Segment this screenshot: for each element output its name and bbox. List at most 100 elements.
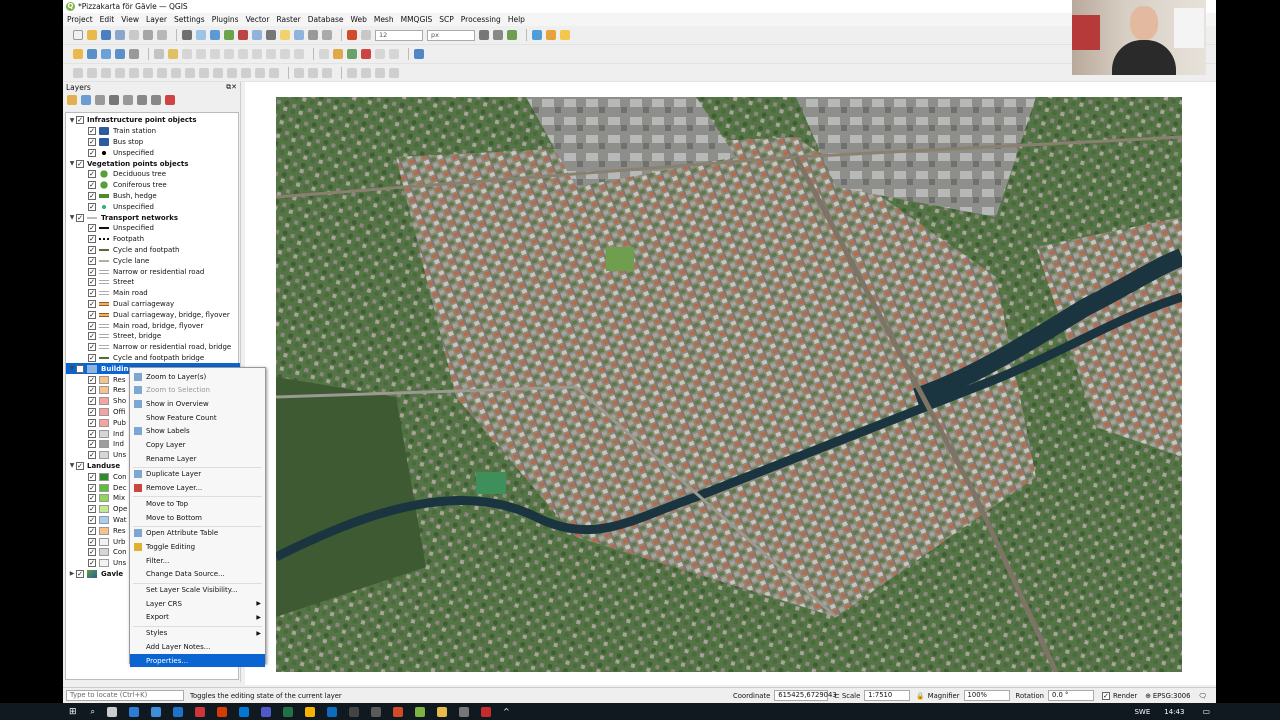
attribute-table-icon[interactable]	[252, 30, 262, 40]
layer-row[interactable]: ✓ Bus stop	[66, 137, 143, 148]
menu-item-toggle-editing[interactable]: Toggle Editing	[130, 540, 265, 553]
pin-label-icon[interactable]	[493, 30, 503, 40]
settings-icon[interactable]	[327, 706, 338, 717]
language-indicator[interactable]: SWE	[1134, 708, 1150, 716]
map-canvas[interactable]	[245, 82, 1216, 685]
teamviewer-icon[interactable]	[151, 706, 162, 717]
menu-mesh[interactable]: Mesh	[374, 15, 394, 24]
save-edits-icon[interactable]	[182, 49, 192, 59]
menu-item-show-feature-count[interactable]: Show Feature Count	[130, 411, 265, 424]
layer-row[interactable]: ✓ Cycle lane	[66, 255, 149, 266]
layer-row[interactable]: ✓ Con	[66, 547, 127, 558]
menu-item-show-in-overview[interactable]: Show in Overview	[130, 397, 265, 410]
rotation-field[interactable]: 0.0 °	[1047, 690, 1094, 701]
lock-icon[interactable]: 🔒	[916, 692, 924, 700]
menu-item-set-layer-scale-visibility[interactable]: Set Layer Scale Visibility...	[130, 584, 265, 597]
add-group-icon[interactable]	[81, 95, 91, 105]
layer-row[interactable]: ✓ Pub	[66, 417, 126, 428]
taskbar-overflow-icon[interactable]: ^	[503, 707, 510, 716]
windows-start-icon[interactable]: ⊞	[69, 707, 77, 717]
layer-visibility-checkbox[interactable]: ✓	[88, 559, 96, 568]
layer-visibility-checkbox[interactable]: ✓	[88, 505, 96, 514]
menu-item-filter[interactable]: Filter...	[130, 554, 265, 567]
scp-roi-icon[interactable]	[375, 49, 385, 59]
chrome-icon[interactable]	[305, 706, 316, 717]
layer-visibility-checkbox[interactable]: ✓	[88, 321, 96, 330]
edge-icon[interactable]	[173, 706, 184, 717]
layer-row[interactable]: ✓ Narrow or residential road	[66, 266, 204, 277]
menu-item-open-attribute-table[interactable]: Open Attribute Table	[130, 527, 265, 540]
layer-visibility-checkbox[interactable]: ✓	[88, 515, 96, 524]
layer-row[interactable]: ✓ Urb	[66, 536, 125, 547]
layer-row[interactable]: ✓ Cycle and footpath	[66, 245, 179, 256]
layer-row[interactable]: ✓ Dual carriageway	[66, 299, 174, 310]
layer-visibility-checkbox[interactable]: ✓	[88, 278, 96, 287]
font-icon[interactable]	[361, 30, 371, 40]
layer-visibility-checkbox[interactable]: ✓	[88, 267, 96, 276]
shape-polygon-icon[interactable]	[389, 67, 399, 78]
layer-visibility-checkbox[interactable]: ✓	[76, 461, 84, 470]
topology-icon[interactable]	[322, 67, 332, 78]
layer-row[interactable]: ✓ Footpath	[66, 234, 144, 245]
menu-scp[interactable]: SCP	[439, 15, 454, 24]
scp-preview-icon[interactable]	[389, 49, 399, 59]
layer-row[interactable]: ✓ Dec	[66, 482, 127, 493]
select-icon[interactable]	[294, 30, 304, 40]
layer-visibility-checkbox[interactable]: ✓	[88, 375, 96, 384]
layer-row[interactable]: ✓ Street	[66, 277, 134, 288]
acrobat-icon[interactable]	[481, 706, 492, 717]
satellite-map-image[interactable]	[276, 97, 1182, 672]
menu-item-export[interactable]: Export ▶	[130, 611, 265, 624]
coordinate-field[interactable]: 615425,6729043	[774, 690, 837, 701]
layer-visibility-checkbox[interactable]: ✓	[88, 483, 96, 492]
layer-visibility-checkbox[interactable]: ✓	[88, 332, 96, 341]
split-features-icon[interactable]	[213, 67, 223, 78]
messages-icon[interactable]: 🗨	[1198, 692, 1207, 700]
trace-icon[interactable]	[308, 67, 318, 78]
task-view-icon[interactable]	[107, 706, 118, 717]
snapping-icon[interactable]	[294, 67, 304, 78]
layer-visibility-checkbox[interactable]: ✓	[88, 202, 96, 211]
notification-icon[interactable]: ▭	[1202, 707, 1210, 716]
mail-icon[interactable]	[129, 706, 140, 717]
layer-visibility-checkbox[interactable]: ✓	[88, 224, 96, 233]
undo-icon[interactable]	[280, 49, 290, 59]
delete-selected-icon[interactable]	[224, 49, 234, 59]
menu-item-move-to-bottom[interactable]: Move to Bottom	[130, 511, 265, 524]
edit-pencil-icon[interactable]	[168, 49, 178, 59]
menu-project[interactable]: Project	[67, 15, 93, 24]
excel-icon[interactable]	[283, 706, 294, 717]
layer-visibility-checkbox[interactable]: ✓	[88, 407, 96, 416]
add-delimited-icon[interactable]	[560, 30, 570, 40]
add-vector-icon[interactable]	[532, 30, 542, 40]
layer-row[interactable]: ✓ Street, bridge	[66, 331, 161, 342]
add-layer-icon[interactable]	[87, 49, 97, 59]
scp-icon[interactable]	[347, 49, 357, 59]
layer-row[interactable]: ✓ Main road	[66, 288, 148, 299]
layer-row[interactable]: ✓ Res	[66, 525, 126, 536]
app2-icon[interactable]	[393, 706, 404, 717]
save-project-icon[interactable]	[101, 30, 111, 40]
layer-visibility-checkbox[interactable]: ✓	[88, 235, 96, 244]
font-unit-select[interactable]: px	[427, 29, 475, 41]
menu-vector[interactable]: Vector	[246, 15, 270, 24]
layer-visibility-checkbox[interactable]: ✓	[88, 494, 96, 503]
menu-item-layer-crs[interactable]: Layer CRS ▶	[130, 597, 265, 610]
app3-icon[interactable]	[459, 706, 470, 717]
advanced-digitize-icon[interactable]	[73, 67, 83, 78]
shape-circle-icon[interactable]	[347, 67, 357, 78]
layer-visibility-checkbox[interactable]: ✓	[88, 451, 96, 460]
filezilla-icon[interactable]	[195, 706, 206, 717]
print-layout-icon[interactable]	[129, 30, 139, 40]
menu-item-properties[interactable]: Properties...	[130, 654, 265, 667]
menu-item-zoom-to-selection[interactable]: Zoom to Selection	[130, 384, 265, 397]
layout-manager-icon[interactable]	[143, 30, 153, 40]
layer-visibility-checkbox[interactable]: ✓	[88, 429, 96, 438]
menu-item-add-layer-notes[interactable]: Add Layer Notes...	[130, 640, 265, 653]
add-raster-icon[interactable]	[546, 30, 556, 40]
layer-visibility-checkbox[interactable]: ✓	[88, 299, 96, 308]
layer-visibility-checkbox[interactable]: ✓	[88, 127, 96, 136]
menu-item-show-labels[interactable]: Show Labels	[130, 425, 265, 438]
layer-visibility-checkbox[interactable]: ✓	[76, 159, 84, 168]
open-project-icon[interactable]	[87, 30, 97, 40]
